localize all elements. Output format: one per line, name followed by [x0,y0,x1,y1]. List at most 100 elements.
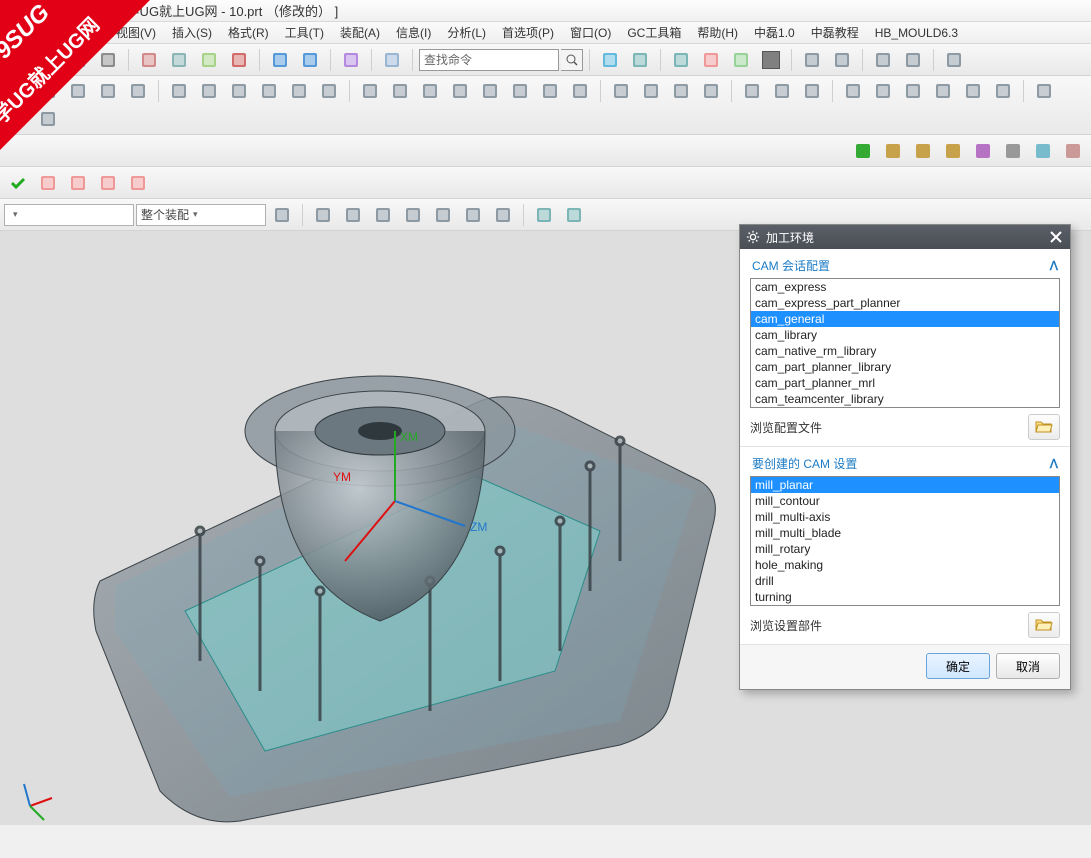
tool3-1[interactable] [880,138,906,164]
tool2b-1[interactable] [196,78,222,104]
tool2f-0[interactable] [840,78,866,104]
feature-button[interactable] [799,47,825,73]
search-command-input[interactable]: 查找命令 [419,49,559,71]
browse-config-button[interactable] [1028,414,1060,440]
section-cam-setup[interactable]: 要创建的 CAM 设置 ᐱ [750,451,1060,476]
list-item[interactable]: mill_rotary [751,541,1059,557]
browse-setup-button[interactable] [1028,612,1060,638]
tool2-0[interactable] [5,78,31,104]
selection-filter-combo[interactable]: ▾ [4,204,134,226]
tool2c-7[interactable] [567,78,593,104]
paste-button[interactable] [196,47,222,73]
dialog-header[interactable]: 加工环境 [740,225,1070,249]
tool2c-1[interactable] [387,78,413,104]
solid-button[interactable] [668,47,694,73]
properties-button[interactable] [338,47,364,73]
tool2f-2[interactable] [900,78,926,104]
tool2g-1[interactable] [5,106,31,132]
command-button[interactable] [379,47,405,73]
menu-item[interactable]: 首选项(P) [496,22,560,43]
menu-item[interactable]: 工具(T) [279,22,330,43]
menu-item[interactable]: GC工具箱 [621,22,687,43]
save-button[interactable] [65,47,91,73]
redo-button[interactable] [297,47,323,73]
cut-button[interactable] [136,47,162,73]
list-item[interactable]: cam_express [751,279,1059,295]
close-icon[interactable] [1048,229,1064,245]
sel-tool-5[interactable] [460,202,486,228]
list-item[interactable]: cam_native_rm_library [751,343,1059,359]
tool2b-3[interactable] [256,78,282,104]
tool4-2[interactable] [95,170,121,196]
tool2d-3[interactable] [698,78,724,104]
fit-button[interactable] [597,47,623,73]
open-button[interactable] [35,47,61,73]
sel-tool-2[interactable] [370,202,396,228]
wcs-button[interactable] [728,47,754,73]
tool2b-2[interactable] [226,78,252,104]
menu-item[interactable]: 信息(I) [390,22,437,43]
tool2b-0[interactable] [166,78,192,104]
tool2c-6[interactable] [537,78,563,104]
tool2d-1[interactable] [638,78,664,104]
list-item[interactable]: hole_making [751,557,1059,573]
list-item[interactable]: cam_general [751,311,1059,327]
tool2g-0[interactable] [1031,78,1057,104]
list-item[interactable]: turning [751,589,1059,605]
tool2-4[interactable] [125,78,151,104]
tool2d-0[interactable] [608,78,634,104]
color-swatch[interactable] [758,47,784,73]
sel-tool-3[interactable] [400,202,426,228]
list-item[interactable]: cam_library [751,327,1059,343]
tool2d-2[interactable] [668,78,694,104]
op-button[interactable] [829,47,855,73]
undo-button[interactable] [267,47,293,73]
menu-item[interactable]: 分析(L) [441,22,492,43]
render-button[interactable] [627,47,653,73]
tool2g-2[interactable] [35,106,61,132]
tool3-5[interactable] [1000,138,1026,164]
tool3-6[interactable] [1030,138,1056,164]
extra-button[interactable] [941,47,967,73]
section-cam-config[interactable]: CAM 会话配置 ᐱ [750,253,1060,278]
search-button[interactable] [561,49,583,71]
tool2c-5[interactable] [507,78,533,104]
tool4-0[interactable] [35,170,61,196]
copy-button[interactable] [166,47,192,73]
list-item[interactable]: mill_planar [751,477,1059,493]
tool2c-3[interactable] [447,78,473,104]
list-item[interactable]: mill_contour [751,493,1059,509]
sel-tool-4[interactable] [430,202,456,228]
menu-item[interactable]: 中磊1.0 [748,22,801,43]
sel-tool-1[interactable] [340,202,366,228]
list-item[interactable]: mill_multi-axis [751,509,1059,525]
tool3-7[interactable] [1060,138,1086,164]
menu-item[interactable]: HB_MOULD6.3 [869,24,964,42]
menu-item[interactable]: 帮助(H) [691,22,744,43]
menu-item[interactable]: 中磊教程 [805,22,865,43]
delete-button[interactable] [226,47,252,73]
menu-item[interactable]: 窗口(O) [564,22,617,43]
axis-button[interactable] [900,47,926,73]
setup-listbox[interactable]: mill_planarmill_contourmill_multi-axismi… [750,476,1060,606]
assembly-combo[interactable]: 整个装配▾ [136,204,266,226]
list-item[interactable]: cam_part_planner_mrl [751,375,1059,391]
menu-item[interactable]: 插入(S) [166,22,218,43]
print-button[interactable] [95,47,121,73]
cube2[interactable] [561,202,587,228]
filter-a[interactable] [269,202,295,228]
tool3-4[interactable] [970,138,996,164]
verify-button[interactable] [5,170,31,196]
list-item[interactable]: cam_teamcenter_library [751,391,1059,407]
tool2b-4[interactable] [286,78,312,104]
tool2f-4[interactable] [960,78,986,104]
tool3-2[interactable] [910,138,936,164]
list-item[interactable]: cam_express_part_planner [751,295,1059,311]
tool3-3[interactable] [940,138,966,164]
sel-tool-0[interactable] [310,202,336,228]
tool2f-5[interactable] [990,78,1016,104]
tree-button[interactable] [870,47,896,73]
new-button[interactable] [5,47,31,73]
tool4-3[interactable] [125,170,151,196]
tool4-1[interactable] [65,170,91,196]
